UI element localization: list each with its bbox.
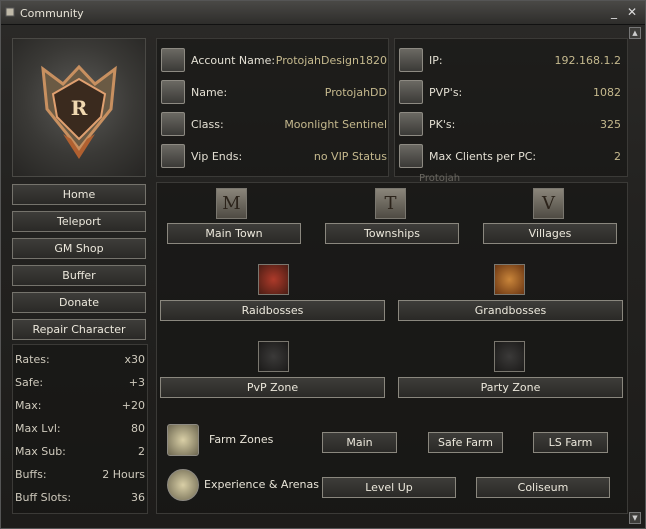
stat-row: Buff Slots: 36 xyxy=(15,491,145,507)
clients-icon xyxy=(399,144,423,168)
stat-label: Max: xyxy=(15,399,42,412)
stat-value: 2 xyxy=(138,445,145,458)
level-up-button[interactable]: Level Up xyxy=(322,477,456,498)
class-icon xyxy=(161,112,185,136)
menu-button-repair-character[interactable]: Repair Character xyxy=(12,319,146,340)
max-clients-row: Max Clients per PC: 2 xyxy=(399,144,621,172)
stat-label: Buffs: xyxy=(15,468,47,481)
farm-main-button[interactable]: Main xyxy=(322,432,397,453)
vip-row: Vip Ends: no VIP Status xyxy=(161,144,387,172)
community-window: Community _ ✕ ▲ ▼ R Home Teleport GM Sho… xyxy=(0,0,646,529)
stat-label: Safe: xyxy=(15,376,44,389)
account-icon xyxy=(161,48,185,72)
vip-icon xyxy=(161,144,185,168)
stat-row: Buffs: 2 Hours xyxy=(15,468,145,484)
menu-button-home[interactable]: Home xyxy=(12,184,146,205)
stat-row: Max Lvl: 80 xyxy=(15,422,145,438)
stat-label: Rates: xyxy=(15,353,50,366)
pk-value: 325 xyxy=(600,118,621,131)
pvp-row: PVP's: 1082 xyxy=(399,80,621,108)
pvp-label: PVP's: xyxy=(429,86,463,99)
minimize-button[interactable]: _ xyxy=(607,5,621,19)
scroll-up-button[interactable]: ▲ xyxy=(629,27,641,39)
stat-value: 2 Hours xyxy=(102,468,145,481)
stat-value: 36 xyxy=(131,491,145,504)
pvp-value: 1082 xyxy=(593,86,621,99)
title-bar[interactable]: Community _ ✕ xyxy=(1,1,645,25)
grandbosses-button[interactable]: Grandbosses xyxy=(398,300,623,321)
account-name-value: ProtojahDesign1820 xyxy=(275,54,387,67)
name-value: ProtojahDD xyxy=(324,86,387,99)
account-info-panel: Account Name: ProtojahDesign1820 Name: P… xyxy=(156,38,389,177)
ip-label: IP: xyxy=(429,54,443,67)
account-name-row: Account Name: ProtojahDesign1820 xyxy=(161,48,387,76)
main-town-icon[interactable]: M xyxy=(216,188,247,219)
safe-farm-button[interactable]: Safe Farm xyxy=(428,432,503,453)
pk-row: PK's: 325 xyxy=(399,112,621,140)
menu-button-donate[interactable]: Donate xyxy=(12,292,146,313)
stat-row: Max: +20 xyxy=(15,399,145,415)
vip-value: no VIP Status xyxy=(313,150,387,163)
name-row: Name: ProtojahDD xyxy=(161,80,387,108)
stat-label: Max Lvl: xyxy=(15,422,61,435)
stat-value: +3 xyxy=(128,376,145,389)
coliseum-button[interactable]: Coliseum xyxy=(476,477,610,498)
stat-label: Buff Slots: xyxy=(15,491,72,504)
name-icon xyxy=(161,80,185,104)
stat-row: Safe: +3 xyxy=(15,376,145,392)
teleport-panel: M Main Town T Townships V Villages Raidb… xyxy=(156,182,628,514)
pk-icon xyxy=(399,112,423,136)
menu-button-teleport[interactable]: Teleport xyxy=(12,211,146,232)
townships-button[interactable]: Townships xyxy=(325,223,459,244)
name-label: Name: xyxy=(191,86,228,99)
pvp-zone-icon[interactable] xyxy=(258,341,289,372)
connection-info-panel: IP: 192.168.1.2 PVP's: 1082 PK's: 325 Ma… xyxy=(394,38,628,177)
window-title: Community xyxy=(20,7,84,20)
server-stats-panel: Rates: x30 Safe: +3 Max: +20 Max Lvl: 80… xyxy=(12,344,148,514)
stat-value: 80 xyxy=(131,422,145,435)
ip-icon xyxy=(399,48,423,72)
stat-row: Max Sub: 2 xyxy=(15,445,145,461)
scroll-down-button[interactable]: ▼ xyxy=(629,512,641,524)
svg-text:R: R xyxy=(71,96,88,120)
main-town-button[interactable]: Main Town xyxy=(167,223,301,244)
pvp-icon xyxy=(399,80,423,104)
stat-value: +20 xyxy=(121,399,145,412)
max-clients-label: Max Clients per PC: xyxy=(429,150,537,163)
window-icon xyxy=(5,7,15,17)
ip-row: IP: 192.168.1.2 xyxy=(399,48,621,76)
stat-label: Max Sub: xyxy=(15,445,66,458)
farm-zones-label: Farm Zones xyxy=(209,433,274,446)
party-zone-icon[interactable] xyxy=(494,341,525,372)
max-clients-value: 2 xyxy=(614,150,621,163)
account-name-label: Account Name: xyxy=(191,54,276,67)
party-zone-button[interactable]: Party Zone xyxy=(398,377,623,398)
vip-label: Vip Ends: xyxy=(191,150,243,163)
server-logo: R xyxy=(12,38,146,177)
class-row: Class: Moonlight Sentinel xyxy=(161,112,387,140)
treasure-chest-icon xyxy=(167,424,199,456)
close-button[interactable]: ✕ xyxy=(625,5,639,19)
villages-icon[interactable]: V xyxy=(533,188,564,219)
class-value: Moonlight Sentinel xyxy=(284,118,387,131)
class-label: Class: xyxy=(191,118,224,131)
ls-farm-button[interactable]: LS Farm xyxy=(533,432,608,453)
crest-logo-icon: R xyxy=(41,64,117,159)
raidbosses-icon[interactable] xyxy=(258,264,289,295)
raidbosses-button[interactable]: Raidbosses xyxy=(160,300,385,321)
menu-button-gm-shop[interactable]: GM Shop xyxy=(12,238,146,259)
ip-value: 192.168.1.2 xyxy=(554,54,621,67)
grandbosses-icon[interactable] xyxy=(494,264,525,295)
stat-value: x30 xyxy=(124,353,145,366)
villages-button[interactable]: Villages xyxy=(483,223,617,244)
experience-arenas-label: Experience & Arenas xyxy=(204,478,319,491)
pk-label: PK's: xyxy=(429,118,456,131)
townships-icon[interactable]: T xyxy=(375,188,406,219)
pvp-zone-button[interactable]: PvP Zone xyxy=(160,377,385,398)
stat-row: Rates: x30 xyxy=(15,353,145,369)
menu-button-buffer[interactable]: Buffer xyxy=(12,265,146,286)
experience-orb-icon xyxy=(167,469,199,501)
